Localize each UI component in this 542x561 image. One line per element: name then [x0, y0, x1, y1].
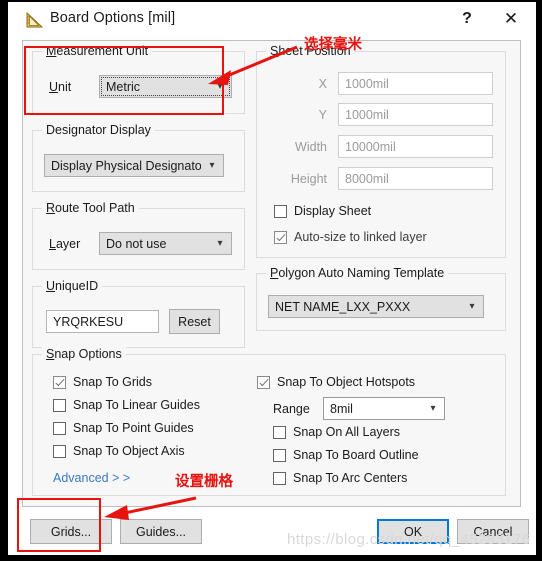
watermark-text: https://blog.csdn.net/qq_45283176: [287, 531, 531, 548]
sheet-position-group: Sheet Position X 1000mil Y 1000mil Width…: [256, 44, 506, 258]
annotation-set-grid: 设置栅格: [175, 474, 233, 490]
checkbox-icon: [53, 375, 66, 389]
help-button[interactable]: ?: [445, 2, 489, 36]
chevron-down-icon: ▾: [469, 300, 475, 312]
chevron-down-icon: ▾: [217, 80, 223, 92]
snap-to-object-axis-checkbox[interactable]: Snap To Object Axis: [53, 444, 185, 458]
sheet-width-input[interactable]: 10000mil: [338, 135, 493, 158]
unique-id-group-label: UniqueID: [42, 279, 103, 293]
designator-display-group-label: Designator Display: [42, 123, 155, 137]
chevron-down-icon: ▾: [217, 237, 223, 249]
polygon-auto-naming-group-label: Polygon Auto Naming Template: [266, 266, 449, 280]
close-button[interactable]: ✕: [489, 2, 533, 36]
snap-to-grids-checkbox[interactable]: Snap To Grids: [53, 375, 152, 389]
snap-to-point-guides-checkbox[interactable]: Snap To Point Guides: [53, 421, 194, 435]
checkbox-icon: [273, 448, 286, 462]
polygon-auto-naming-group: Polygon Auto Naming Template NET NAME_LX…: [256, 266, 506, 331]
unit-dropdown[interactable]: Metric ▾: [99, 75, 232, 98]
guides-button[interactable]: Guides...: [120, 519, 202, 544]
ruler-triangle-icon: [26, 11, 44, 28]
sheet-width-label: Width: [295, 140, 327, 154]
sheet-y-label: Y: [318, 108, 327, 122]
snap-on-all-layers-checkbox[interactable]: Snap On All Layers: [273, 425, 400, 439]
polygon-auto-naming-value: NET NAME_LXX_PXXX: [275, 299, 411, 314]
dialog-content-panel: Measurement Unit Unit Metric ▾ Designato…: [22, 40, 521, 507]
checkbox-icon: [274, 230, 287, 244]
checkbox-icon: [274, 204, 287, 218]
snap-to-arc-centers-label: Snap To Arc Centers: [293, 471, 408, 485]
checkbox-icon: [53, 444, 66, 458]
unit-label: Unit: [49, 80, 72, 94]
range-value: 8mil: [330, 401, 353, 416]
snap-to-object-hotspots-label: Snap To Object Hotspots: [277, 375, 416, 389]
layer-dropdown-value: Do not use: [106, 236, 167, 251]
route-tool-path-group: Route Tool Path Layer Do not use ▾: [32, 201, 245, 270]
snap-options-group: Snap Options Snap To Grids Snap To Linea…: [32, 347, 506, 496]
title-bar: Board Options [mil] ? ✕: [8, 2, 536, 38]
designator-display-group: Designator Display Display Physical Desi…: [32, 123, 245, 192]
measurement-unit-group: Measurement Unit Unit Metric ▾: [32, 44, 245, 114]
sheet-x-input[interactable]: 1000mil: [338, 72, 493, 95]
designator-display-dropdown[interactable]: Display Physical Designators ▾: [44, 154, 224, 177]
checkbox-icon: [273, 425, 286, 439]
display-sheet-checkbox[interactable]: Display Sheet: [274, 204, 371, 218]
sheet-height-label: Height: [290, 172, 327, 186]
snap-to-linear-guides-checkbox[interactable]: Snap To Linear Guides: [53, 398, 200, 412]
sheet-y-input[interactable]: 1000mil: [338, 103, 493, 126]
snap-on-all-layers-label: Snap On All Layers: [293, 425, 401, 439]
autosize-linked-layer-checkbox[interactable]: Auto-size to linked layer: [274, 230, 427, 244]
measurement-unit-group-label: Measurement Unit: [42, 44, 153, 58]
checkbox-icon: [53, 398, 66, 412]
advanced-link[interactable]: Advanced > >: [53, 471, 130, 485]
sheet-x-label: X: [318, 77, 327, 91]
grids-button[interactable]: Grids...: [30, 519, 112, 544]
sheet-height-input[interactable]: 8000mil: [338, 167, 493, 190]
designator-display-value: Display Physical Designators: [51, 158, 201, 173]
snap-to-arc-centers-checkbox[interactable]: Snap To Arc Centers: [273, 471, 407, 485]
unique-id-group: UniqueID YRQRKESU Reset: [32, 279, 245, 348]
polygon-auto-naming-dropdown[interactable]: NET NAME_LXX_PXXX ▾: [268, 295, 484, 318]
layer-dropdown[interactable]: Do not use ▾: [99, 232, 232, 255]
reset-button[interactable]: Reset: [169, 309, 220, 334]
snap-to-linear-guides-label: Snap To Linear Guides: [73, 398, 200, 412]
unique-id-input[interactable]: YRQRKESU: [46, 310, 159, 333]
annotation-select-mm: 选择毫米: [304, 37, 362, 53]
snap-to-board-outline-label: Snap To Board Outline: [293, 448, 419, 462]
snap-to-grids-label: Snap To Grids: [73, 375, 152, 389]
layer-label: Layer: [49, 237, 81, 251]
snap-to-point-guides-label: Snap To Point Guides: [73, 421, 194, 435]
checkbox-icon: [53, 421, 66, 435]
checkbox-icon: [257, 375, 270, 389]
window-title: Board Options [mil]: [50, 10, 176, 26]
route-tool-path-group-label: Route Tool Path: [42, 201, 139, 215]
range-dropdown[interactable]: 8mil ▾: [323, 397, 445, 420]
display-sheet-label: Display Sheet: [294, 204, 372, 218]
board-options-dialog: Board Options [mil] ? ✕ Measurement Unit…: [8, 2, 536, 555]
snap-options-group-label: Snap Options: [42, 347, 126, 361]
snap-to-object-hotspots-checkbox[interactable]: Snap To Object Hotspots: [257, 375, 415, 389]
chevron-down-icon: ▾: [209, 159, 215, 171]
snap-to-object-axis-label: Snap To Object Axis: [73, 444, 185, 458]
autosize-linked-layer-label: Auto-size to linked layer: [294, 230, 427, 244]
range-label: Range: [273, 402, 310, 416]
chevron-down-icon: ▾: [430, 402, 436, 414]
snap-to-board-outline-checkbox[interactable]: Snap To Board Outline: [273, 448, 419, 462]
checkbox-icon: [273, 471, 286, 485]
unit-dropdown-value: Metric: [106, 79, 141, 94]
